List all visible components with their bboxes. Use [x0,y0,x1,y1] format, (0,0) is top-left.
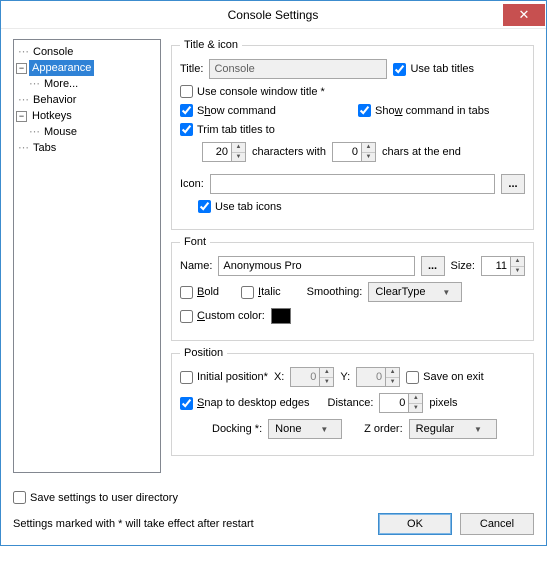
distance-spinner[interactable]: ▲▼ [379,393,423,413]
close-button[interactable]: ✕ [503,4,545,26]
spin-down-icon[interactable]: ▼ [362,153,375,162]
spin-down-icon[interactable]: ▼ [511,267,524,276]
save-settings-checkbox[interactable]: Save settings to user directory [13,491,178,504]
bold-checkbox[interactable]: Bold [180,286,219,299]
title-label: Title: [180,63,203,75]
snap-edges-checkbox[interactable]: Snap to desktop edges [180,397,310,410]
save-on-exit-checkbox[interactable]: Save on exit [406,371,484,384]
group-legend: Title & icon [180,39,242,51]
group-font: Font Name: ... Size: ▲▼ Bold Italic Smoo… [171,236,534,341]
tree-item-behavior[interactable]: ⋯ Behavior [16,92,158,108]
browse-font-button[interactable]: ... [421,256,445,276]
restart-note: Settings marked with * will take effect … [13,518,370,530]
font-name-input[interactable] [218,256,414,276]
ok-button[interactable]: OK [378,513,452,535]
titlebar: Console Settings ✕ [1,1,546,29]
x-spinner[interactable]: ▲▼ [290,367,334,387]
y-spinner[interactable]: ▲▼ [356,367,400,387]
close-icon: ✕ [519,7,530,23]
tree-item-tabs[interactable]: ⋯ Tabs [16,140,158,156]
icon-label: Icon: [180,178,204,190]
tree-item-console[interactable]: ⋯ Console [16,44,158,60]
use-tab-titles-checkbox[interactable]: Use tab titles [393,63,474,76]
use-console-window-title-checkbox[interactable]: Use console window title * [180,85,325,98]
window-title: Console Settings [43,8,503,22]
title-input[interactable] [209,59,387,79]
tree-collapse-icon[interactable]: − [16,111,27,122]
chevron-down-icon: ▼ [431,288,461,297]
font-size-spinner[interactable]: ▲▼ [481,256,525,276]
tree-item-hotkeys[interactable]: − Hotkeys [16,108,158,124]
tree-item-more[interactable]: ⋯ More... [16,76,158,92]
spin-up-icon[interactable]: ▲ [232,143,245,153]
spin-up-icon[interactable]: ▲ [362,143,375,153]
tree-line-icon: ⋯ [27,76,41,92]
spin-down-icon[interactable]: ▼ [232,153,245,162]
show-command-checkbox[interactable]: Show command [180,104,352,117]
group-legend: Font [180,236,210,248]
chevron-down-icon: ▼ [460,425,495,434]
tree-line-icon: ⋯ [16,44,30,60]
color-swatch[interactable] [271,308,291,324]
group-position: Position Initial position* X: ▲▼ Y: ▲▼ S… [171,347,534,456]
initial-position-checkbox[interactable]: Initial position* [180,371,268,384]
tree-item-appearance[interactable]: − Appearance [16,60,158,76]
settings-window: Console Settings ✕ ⋯ Console − Appearanc… [0,0,547,546]
font-name-label: Name: [180,260,212,272]
trim-tab-titles-checkbox[interactable]: Trim tab titles to [180,123,275,136]
custom-color-checkbox[interactable]: Custom color: [180,310,265,323]
trim-chars-spinner[interactable]: ▲▼ [202,142,246,162]
spin-up-icon[interactable]: ▲ [511,257,524,267]
show-command-tabs-checkbox[interactable]: Show command in tabs [358,104,489,117]
group-title-icon: Title & icon Title: Use tab titles Use c… [171,39,534,230]
spin-down-icon[interactable]: ▼ [409,404,422,413]
spin-up-icon[interactable]: ▲ [386,368,399,378]
cancel-button[interactable]: Cancel [460,513,534,535]
tree-line-icon: ⋯ [16,140,30,156]
docking-select[interactable]: None▼ [268,419,342,439]
zorder-select[interactable]: Regular▼ [409,419,497,439]
spin-up-icon[interactable]: ▲ [409,394,422,404]
font-size-label: Size: [451,260,475,272]
tree-item-mouse[interactable]: ⋯ Mouse [16,124,158,140]
tree-collapse-icon[interactable]: − [16,63,27,74]
chevron-down-icon: ▼ [307,425,341,434]
use-tab-icons-checkbox[interactable]: Use tab icons [198,200,282,213]
tree-line-icon: ⋯ [16,92,30,108]
italic-checkbox[interactable]: Italic [241,286,281,299]
tree-line-icon: ⋯ [27,124,41,140]
smoothing-label: Smoothing: [307,286,363,298]
nav-tree[interactable]: ⋯ Console − Appearance ⋯ More... ⋯ Behav… [13,39,161,473]
spin-up-icon[interactable]: ▲ [320,368,333,378]
trim-end-spinner[interactable]: ▲▼ [332,142,376,162]
smoothing-select[interactable]: ClearType▼ [368,282,462,302]
browse-icon-button[interactable]: ... [501,174,525,194]
spin-down-icon[interactable]: ▼ [386,378,399,387]
spin-down-icon[interactable]: ▼ [320,378,333,387]
group-legend: Position [180,347,227,359]
icon-input[interactable] [210,174,495,194]
